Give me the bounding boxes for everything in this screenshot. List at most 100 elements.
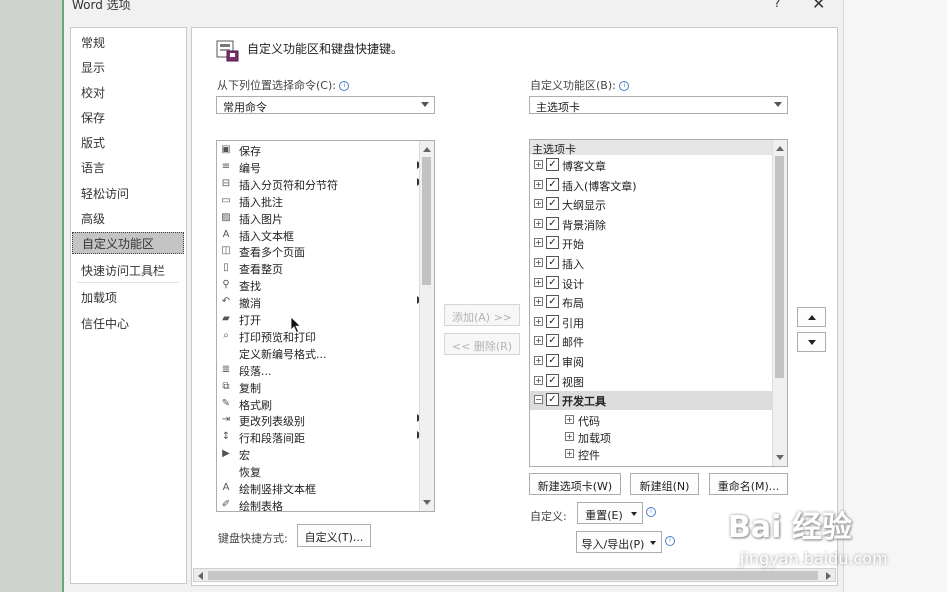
command-item[interactable]: ↶ 撤消 bbox=[217, 294, 422, 311]
nav-item-save[interactable]: 保存 bbox=[81, 109, 105, 126]
horizontal-scrollbar[interactable] bbox=[193, 568, 836, 582]
scroll-up-icon[interactable] bbox=[776, 146, 784, 151]
ribbon-tab-item[interactable]: + ✓ 开始 bbox=[530, 234, 773, 253]
ribbon-tab-item[interactable]: + ✓ 背景消除 bbox=[530, 215, 773, 234]
command-item[interactable]: ◫ 查看多个页面 bbox=[217, 243, 422, 260]
ribbon-tab-item[interactable]: + ✓ 布局 bbox=[530, 293, 773, 312]
nav-item-display[interactable]: 显示 bbox=[81, 59, 105, 76]
nav-item-quick-access[interactable]: 快速访问工具栏 bbox=[81, 262, 165, 279]
expand-icon[interactable]: + bbox=[534, 258, 543, 267]
collapse-icon[interactable]: − bbox=[534, 395, 543, 405]
nav-item-addins[interactable]: 加载项 bbox=[81, 289, 117, 306]
command-item[interactable]: ↕ 行和段落间距 bbox=[217, 429, 422, 446]
expand-icon[interactable]: + bbox=[534, 297, 543, 307]
expand-icon[interactable]: + bbox=[565, 414, 574, 424]
expand-icon[interactable]: + bbox=[534, 356, 543, 365]
expand-icon[interactable]: + bbox=[534, 238, 543, 248]
customize-shortcuts-button[interactable]: 自定义(T)... bbox=[297, 524, 371, 547]
new-group-button[interactable]: 新建组(N) bbox=[630, 473, 699, 495]
expand-icon[interactable]: + bbox=[534, 336, 543, 346]
remove-button[interactable]: << 删除(R) bbox=[444, 333, 520, 355]
move-up-button[interactable] bbox=[797, 307, 826, 327]
command-item[interactable]: ▶ 宏 bbox=[217, 446, 422, 463]
nav-item-general[interactable]: 常规 bbox=[81, 34, 105, 51]
tab-checkbox[interactable]: ✓ bbox=[546, 314, 559, 328]
ribbon-tab-item[interactable]: + ✓ 邮件 bbox=[530, 332, 773, 351]
nav-item-trust-center[interactable]: 信任中心 bbox=[81, 315, 129, 332]
ribbon-tab-item[interactable]: − ✓ 开发工具 bbox=[530, 391, 773, 411]
expand-icon[interactable]: + bbox=[565, 448, 574, 458]
command-item[interactable]: ✐ 绘制表格 bbox=[217, 497, 422, 511]
tab-checkbox[interactable]: ✓ bbox=[546, 177, 559, 191]
new-tab-button[interactable]: 新建选项卡(W) bbox=[529, 473, 621, 495]
expand-icon[interactable]: + bbox=[534, 199, 543, 209]
scroll-thumb[interactable] bbox=[422, 157, 431, 285]
tree-scrollbar[interactable] bbox=[772, 140, 787, 466]
commands-list[interactable]: ▣ 保存 ≡ 编号 ⊟ 插入分页符和分节符 ▭ 插入批注 ▨ 插入图片 A 插入文本框 ◫ 查看多个页面 ▯… bbox=[216, 140, 435, 512]
ribbon-tab-item[interactable]: + ✓ 博客文章 bbox=[530, 156, 773, 175]
rename-button[interactable]: 重命名(M)... bbox=[709, 473, 788, 495]
expand-icon[interactable]: + bbox=[534, 316, 543, 326]
command-item[interactable]: ▭ 插入批注 bbox=[217, 193, 422, 210]
nav-item-proofing[interactable]: 校对 bbox=[81, 84, 105, 101]
horizontal-thumb[interactable] bbox=[208, 571, 818, 580]
command-item[interactable]: ▯ 查看整页 bbox=[217, 260, 422, 277]
expand-icon[interactable]: + bbox=[534, 375, 543, 385]
command-item[interactable]: 定义新编号格式... bbox=[217, 345, 422, 362]
scroll-down-icon[interactable] bbox=[423, 500, 431, 505]
expand-icon[interactable]: + bbox=[565, 431, 574, 441]
import-export-button[interactable]: 导入/导出(P) bbox=[576, 531, 662, 553]
scroll-right-icon[interactable] bbox=[826, 572, 831, 580]
command-item[interactable]: A 绘制竖排文本框 bbox=[217, 480, 422, 497]
expand-icon[interactable]: + bbox=[534, 277, 543, 287]
tab-checkbox[interactable]: ✓ bbox=[546, 334, 559, 348]
ribbon-tab-item[interactable]: + ✓ 视图 bbox=[530, 372, 773, 391]
tab-checkbox[interactable]: ✓ bbox=[546, 197, 559, 211]
nav-item-customize-ribbon[interactable]: 自定义功能区 bbox=[72, 232, 184, 254]
tab-checkbox[interactable]: ✓ bbox=[546, 158, 559, 171]
command-item[interactable]: ≡ 编号 bbox=[217, 159, 422, 176]
help-button[interactable]: ? bbox=[774, 0, 780, 10]
close-button[interactable]: ✕ bbox=[812, 0, 825, 13]
scroll-thumb[interactable] bbox=[775, 156, 784, 378]
choose-commands-dropdown[interactable]: 常用命令 bbox=[216, 96, 435, 114]
command-item[interactable]: ≣ 段落... bbox=[217, 362, 422, 379]
commands-scrollbar[interactable] bbox=[419, 141, 434, 511]
expand-icon[interactable]: + bbox=[534, 179, 543, 189]
scroll-down-icon[interactable] bbox=[776, 455, 784, 460]
move-down-button[interactable] bbox=[797, 332, 826, 352]
nav-item-accessibility[interactable]: 轻松访问 bbox=[81, 185, 129, 202]
command-item[interactable]: ⇥ 更改列表级别 bbox=[217, 412, 422, 429]
nav-item-language[interactable]: 语言 bbox=[81, 159, 105, 176]
command-item[interactable]: ⧉ 复制 bbox=[217, 379, 422, 396]
command-item[interactable]: ⊟ 插入分页符和分节符 bbox=[217, 176, 422, 193]
ribbon-tree[interactable]: 主选项卡 + ✓ 博客文章 + ✓ 插入(博客文章) + ✓ 大纲显示 + ✓ 背景消除 + ✓ 开始 + ✓ 插… bbox=[529, 139, 788, 467]
ribbon-tab-item[interactable]: + ✓ 插入(博客文章) bbox=[530, 176, 773, 195]
expand-icon[interactable]: + bbox=[565, 465, 574, 466]
tab-checkbox[interactable]: ✓ bbox=[546, 216, 559, 230]
tab-checkbox[interactable]: ✓ bbox=[546, 393, 559, 407]
tab-checkbox[interactable]: ✓ bbox=[546, 373, 559, 387]
tab-checkbox[interactable]: ✓ bbox=[546, 256, 559, 269]
ribbon-tab-item[interactable]: + ✓ 大纲显示 bbox=[530, 195, 773, 214]
command-item[interactable]: A 插入文本框 bbox=[217, 227, 422, 244]
command-item[interactable]: ▣ 保存 bbox=[217, 142, 422, 159]
ribbon-tabs-dropdown[interactable]: 主选项卡 bbox=[529, 96, 788, 114]
command-item[interactable]: ⚲ 查找 bbox=[217, 277, 422, 294]
ribbon-tab-item[interactable]: + ✓ 插入 bbox=[530, 254, 773, 273]
nav-item-typography[interactable]: 版式 bbox=[81, 134, 105, 151]
reset-button[interactable]: 重置(E) bbox=[577, 502, 643, 524]
ribbon-tab-item[interactable]: + ✓ 审阅 bbox=[530, 352, 773, 371]
ribbon-tab-item[interactable]: + ✓ 设计 bbox=[530, 274, 773, 293]
scroll-up-icon[interactable] bbox=[423, 147, 431, 152]
command-item[interactable]: ✎ 格式刷 bbox=[217, 396, 422, 413]
ribbon-group-item[interactable]: + XML bbox=[530, 462, 773, 466]
command-item[interactable]: ⌕ 打印预览和打印 bbox=[217, 328, 422, 345]
tab-checkbox[interactable]: ✓ bbox=[546, 354, 559, 367]
nav-item-advanced[interactable]: 高级 bbox=[81, 210, 105, 227]
scroll-left-icon[interactable] bbox=[198, 572, 203, 580]
command-item[interactable]: ▰ 打开 bbox=[217, 311, 422, 328]
expand-icon[interactable]: + bbox=[534, 160, 543, 169]
command-item[interactable]: ▨ 插入图片 bbox=[217, 210, 422, 227]
command-item[interactable]: 恢复 bbox=[217, 463, 422, 480]
